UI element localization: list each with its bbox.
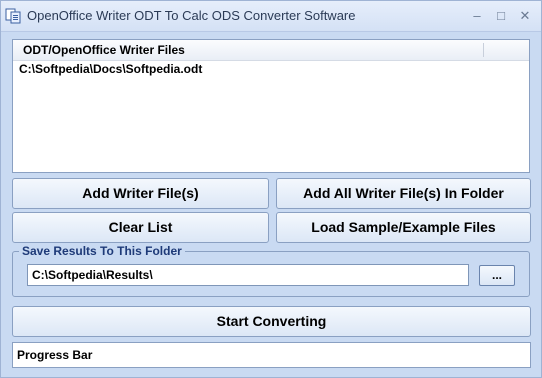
minimize-icon[interactable]: – [469,8,485,24]
load-samples-button[interactable]: Load Sample/Example Files [276,212,531,243]
main-window: OpenOffice Writer ODT To Calc ODS Conver… [0,0,542,378]
clear-list-button[interactable]: Clear List [12,212,269,243]
output-folder-label: Save Results To This Folder [19,244,185,258]
progress-label: Progress Bar [17,348,93,362]
start-converting-button[interactable]: Start Converting [12,306,531,337]
title-bar[interactable]: OpenOffice Writer ODT To Calc ODS Conver… [1,1,541,32]
window-title: OpenOffice Writer ODT To Calc ODS Conver… [27,8,356,23]
progress-bar: Progress Bar [12,342,531,368]
output-folder-input[interactable] [27,264,469,286]
app-icon [5,8,21,24]
add-writer-files-button[interactable]: Add Writer File(s) [12,178,269,209]
column-divider[interactable] [483,43,484,57]
list-item[interactable]: C:\Softpedia\Docs\Softpedia.odt [19,62,202,76]
column-header-files[interactable]: ODT/OpenOffice Writer Files [23,43,185,57]
file-list[interactable]: ODT/OpenOffice Writer Files C:\Softpedia… [12,39,530,173]
maximize-icon[interactable]: □ [493,8,509,24]
close-icon[interactable]: ✕ [517,8,533,24]
add-folder-button[interactable]: Add All Writer File(s) In Folder [276,178,531,209]
file-list-header[interactable]: ODT/OpenOffice Writer Files [13,40,529,61]
browse-button[interactable]: ... [479,265,515,286]
